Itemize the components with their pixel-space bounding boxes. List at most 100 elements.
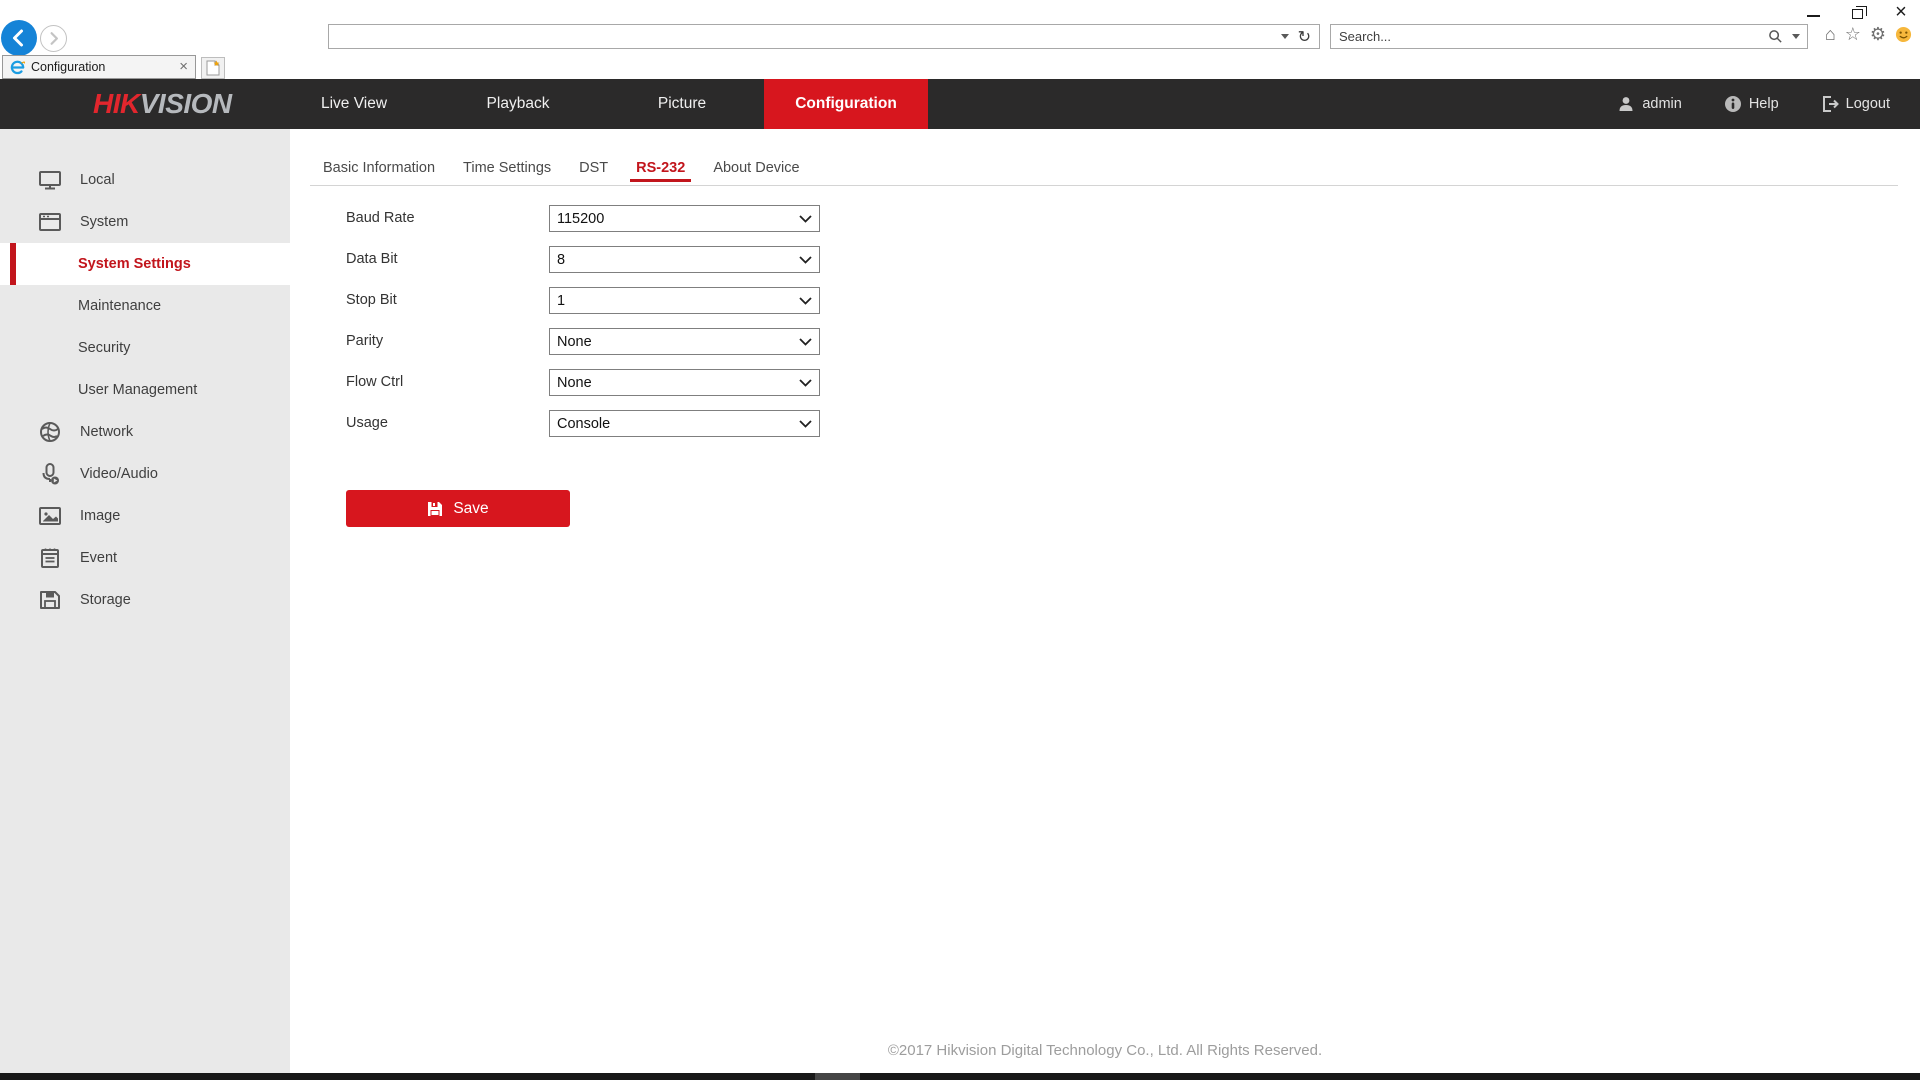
sidebar-item-label: Event: [80, 550, 117, 566]
user-icon: [1617, 95, 1635, 113]
tab-title: Configuration: [31, 60, 173, 74]
browser-forward-button[interactable]: [40, 25, 67, 52]
field-label: Flow Ctrl: [346, 369, 549, 396]
baud-rate-select[interactable]: 115200: [549, 205, 820, 232]
sidebar-item-label: Network: [80, 424, 133, 440]
tab-dst[interactable]: DST: [579, 158, 608, 178]
sidebar-item-video-audio[interactable]: Video/Audio: [0, 453, 290, 495]
sidebar-item-image[interactable]: Image: [0, 495, 290, 537]
chevron-down-icon: [799, 256, 812, 264]
monitor-icon: [38, 168, 62, 192]
search-input[interactable]: [1331, 25, 1768, 48]
sidebar-item-local[interactable]: Local: [0, 159, 290, 201]
logo-vision-text: VISION: [140, 88, 232, 119]
browser-tab-configuration[interactable]: Configuration ×: [2, 55, 196, 79]
event-icon: [38, 546, 62, 570]
browser-toolbar-icons: ⌂ ☆ ⚙: [1825, 22, 1912, 46]
select-value: 8: [557, 252, 565, 268]
field-label: Usage: [346, 410, 549, 437]
sidebar-item-label: Image: [80, 508, 120, 524]
window-controls: ×: [1804, 2, 1910, 22]
favorites-star-icon[interactable]: ☆: [1845, 22, 1861, 46]
sidebar-item-event[interactable]: Event: [0, 537, 290, 579]
sidebar-item-label: Security: [78, 340, 130, 356]
close-button[interactable]: ×: [1892, 3, 1910, 21]
tab-time-settings[interactable]: Time Settings: [463, 158, 551, 178]
footer-copyright: ©2017 Hikvision Digital Technology Co., …: [290, 1042, 1920, 1059]
sidebar-item-label: Storage: [80, 592, 131, 608]
home-icon[interactable]: ⌂: [1825, 22, 1836, 46]
ie-favicon-icon: [10, 60, 25, 75]
sidebar-item-label: User Management: [78, 382, 197, 398]
sidebar-item-security[interactable]: Security: [0, 327, 290, 369]
browser-back-button[interactable]: [1, 20, 37, 56]
tab-basic-information[interactable]: Basic Information: [323, 158, 435, 178]
tab-rs-232[interactable]: RS-232: [636, 158, 685, 178]
form-row: Stop Bit 1: [346, 287, 820, 314]
minimize-button[interactable]: [1804, 3, 1822, 21]
select-value: None: [557, 334, 592, 350]
main-nav: Live View Playback Picture Configuration: [272, 79, 928, 129]
sidebar-item-label: System: [80, 214, 128, 230]
chevron-down-icon: [799, 215, 812, 223]
nav-item-configuration[interactable]: Configuration: [764, 79, 928, 129]
logout-button[interactable]: Logout: [1821, 95, 1890, 113]
address-input[interactable]: [329, 25, 1274, 48]
sidebar-item-maintenance[interactable]: Maintenance: [0, 285, 290, 327]
username: admin: [1642, 96, 1682, 112]
form-row: Flow Ctrl None: [346, 369, 820, 396]
close-icon: ×: [1895, 4, 1907, 20]
nav-item-playback[interactable]: Playback: [436, 79, 600, 129]
sidebar-item-user-management[interactable]: User Management: [0, 369, 290, 411]
nav-item-live-view[interactable]: Live View: [272, 79, 436, 129]
nav-item-picture[interactable]: Picture: [600, 79, 764, 129]
new-tab-button[interactable]: [201, 57, 225, 79]
tab-about-device[interactable]: About Device: [713, 158, 799, 178]
search-box: [1330, 24, 1808, 49]
logout-icon: [1821, 95, 1839, 113]
sidebar-item-label: Video/Audio: [80, 466, 158, 482]
browser-chrome: × ↻ ⌂ ☆ ⚙: [0, 0, 1920, 79]
refresh-icon[interactable]: ↻: [1298, 27, 1311, 47]
sidebar-item-system[interactable]: System: [0, 201, 290, 243]
sidebar-item-network[interactable]: Network: [0, 411, 290, 453]
chevron-down-icon: [799, 338, 812, 346]
help-icon: [1724, 95, 1742, 113]
chevron-down-icon: [799, 420, 812, 428]
feedback-smiley-icon[interactable]: [1895, 26, 1912, 43]
form-row: Usage Console: [346, 410, 820, 437]
help-button[interactable]: Help: [1724, 95, 1779, 113]
sidebar-item-storage[interactable]: Storage: [0, 579, 290, 621]
rs232-form: Baud Rate 115200 Data Bit 8 Stop Bit 1: [346, 205, 820, 451]
save-button[interactable]: Save: [346, 490, 570, 527]
tab-close-icon[interactable]: ×: [179, 60, 188, 74]
settings-tabs: Basic Information Time Settings DST RS-2…: [323, 158, 800, 178]
system-icon: [38, 210, 62, 234]
restore-button[interactable]: [1848, 3, 1866, 21]
usage-select[interactable]: Console: [549, 410, 820, 437]
help-label: Help: [1749, 96, 1779, 112]
hikvision-logo[interactable]: HIKVISION: [93, 79, 232, 129]
logout-label: Logout: [1846, 96, 1890, 112]
save-label: Save: [453, 500, 488, 518]
taskbar-strip: [0, 1073, 1920, 1080]
sidebar-item-system-settings[interactable]: System Settings: [0, 243, 290, 285]
back-arrow-icon: [9, 28, 29, 48]
flow-ctrl-select[interactable]: None: [549, 369, 820, 396]
field-label: Stop Bit: [346, 287, 549, 314]
select-value: Console: [557, 416, 610, 432]
stop-bit-select[interactable]: 1: [549, 287, 820, 314]
restore-icon: [1852, 9, 1863, 19]
sidebar-item-label: System Settings: [78, 256, 191, 272]
field-label: Baud Rate: [346, 205, 549, 232]
field-label: Parity: [346, 328, 549, 355]
parity-select[interactable]: None: [549, 328, 820, 355]
form-row: Parity None: [346, 328, 820, 355]
select-value: 1: [557, 293, 565, 309]
search-dropdown-caret-icon[interactable]: [1792, 34, 1800, 39]
settings-gear-icon[interactable]: ⚙: [1870, 22, 1886, 46]
data-bit-select[interactable]: 8: [549, 246, 820, 273]
search-icon[interactable]: [1768, 29, 1783, 44]
address-dropdown-caret-icon[interactable]: [1281, 34, 1289, 39]
save-icon: [427, 501, 443, 517]
